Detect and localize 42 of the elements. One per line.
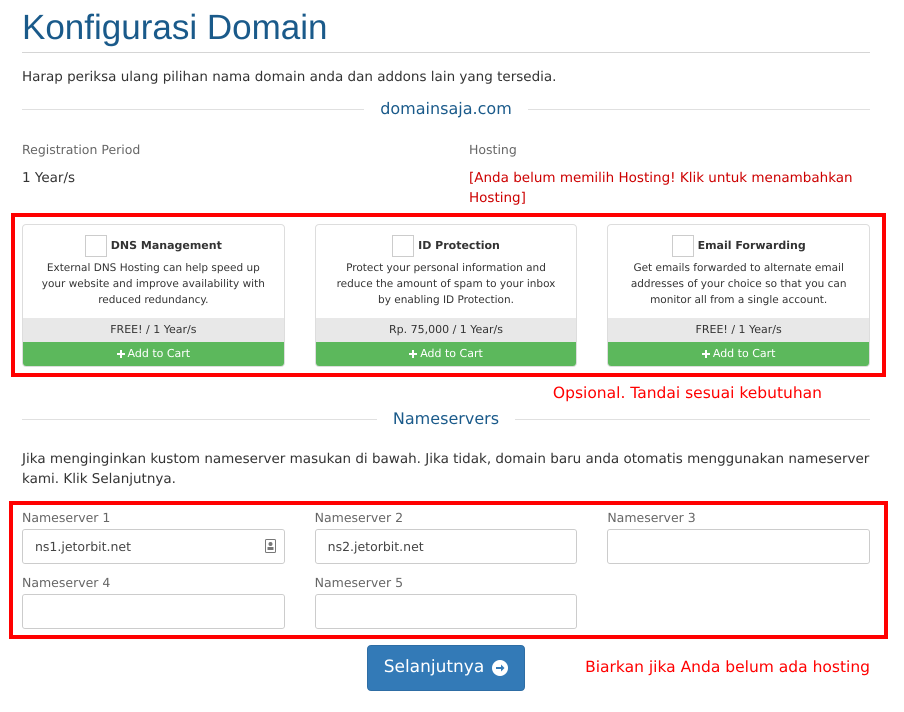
input-field[interactable]: ns1.jetorbit.net xyxy=(22,529,285,564)
addon-checkbox[interactable] xyxy=(84,235,107,257)
intro-text: Harap periksa ulang pilihan nama domain anda dan addons lain yang tersedia. xyxy=(22,68,558,87)
addon-price: Rp. 75,000 / 1 Year/s xyxy=(316,318,576,342)
annotation-note: Biarkan jika Anda belum ada hosting xyxy=(585,657,870,678)
add-to-cart-button[interactable]: Add to Cart xyxy=(316,342,576,366)
input-field[interactable] xyxy=(607,529,870,564)
arrow-circle-icon xyxy=(492,660,508,676)
contact-card-icon[interactable] xyxy=(264,539,276,553)
field-label: Nameserver 2 xyxy=(314,509,404,527)
input-field[interactable]: ns2.jetorbit.net xyxy=(314,529,578,564)
input-field[interactable] xyxy=(314,594,578,629)
addon-price: FREE! / 1 Year/s xyxy=(23,318,284,342)
field-label: Nameserver 4 xyxy=(22,574,112,592)
addon-name: Email Forwarding xyxy=(698,238,806,254)
addon-name: DNS Management xyxy=(110,238,222,254)
addon-description: Protect your personal information and reduce the amount of spam to your inbox by enabling ID Protection. xyxy=(336,261,556,308)
field-label: Hosting xyxy=(469,141,518,160)
addon-checkbox[interactable] xyxy=(672,235,694,257)
addon-name: ID Protection xyxy=(418,238,500,254)
domain-heading: domainsaja.com xyxy=(380,98,512,120)
field-label: Nameserver 5 xyxy=(314,574,404,592)
field-label: Nameserver 3 xyxy=(607,509,697,527)
addon-checkbox[interactable] xyxy=(392,235,414,257)
add-hosting-link[interactable]: [Anda belum memilih Hosting! Klik untuk menambahkan Hosting] xyxy=(469,168,870,208)
addon-description: Get emails forwarded to alternate email addresses of your choice so that you can monitor all from a single account. xyxy=(630,261,848,308)
add-to-cart-button[interactable]: Add to Cart xyxy=(608,342,869,366)
field-value: 1 Year/s xyxy=(22,169,76,188)
plus-icon xyxy=(702,350,710,358)
input-field[interactable] xyxy=(22,594,285,629)
nameservers-intro: Jika menginginkan kustom nameserver masukan di bawah. Jika tidak, domain baru anda otomatis menggunakan nameserver kami. Klik Selanjutnya. xyxy=(22,450,870,489)
nameservers-heading: Nameservers xyxy=(392,408,500,430)
add-to-cart-button[interactable]: Add to Cart xyxy=(23,342,284,366)
continue-button[interactable]: Selanjutnya xyxy=(366,645,526,691)
plus-icon xyxy=(116,350,125,358)
field-label: Registration Period xyxy=(22,141,142,160)
annotation-note: Opsional. Tandai sesuai kebutuhan xyxy=(552,383,822,403)
page-title: Konfigurasi Domain xyxy=(22,6,870,53)
addon-description: External DNS Hosting can help speed up your website and improve availability with reduced redundancy. xyxy=(40,261,266,308)
plus-icon xyxy=(409,350,418,358)
field-label: Nameserver 1 xyxy=(22,509,112,527)
addon-price: FREE! / 1 Year/s xyxy=(608,318,869,342)
